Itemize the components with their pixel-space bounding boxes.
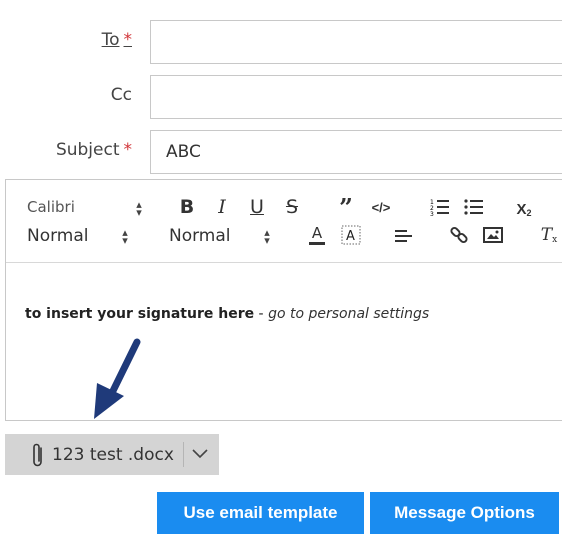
font-size-select[interactable]: Normal [169, 226, 231, 246]
chevron-down-icon[interactable] [191, 448, 209, 460]
message-editor[interactable]: Calibri ▴ ▾ B I U S ” </> 123 X2 Normal ▴… [5, 179, 562, 421]
required-mark: * [123, 140, 133, 160]
attachment-chip[interactable]: 123 test .docx [5, 434, 219, 475]
font-family-select[interactable]: Calibri [27, 198, 75, 216]
signature-hint: to insert your signature here - go to pe… [25, 306, 429, 322]
use-email-template-button[interactable]: Use email template [157, 492, 364, 534]
subject-input[interactable]: ABC [150, 130, 562, 174]
attachment-name[interactable]: 123 test .docx [52, 445, 174, 465]
signature-hint-bold: to insert your signature here [25, 306, 255, 322]
ordered-list-icon[interactable]: 123 [430, 197, 450, 217]
code-icon[interactable]: </> [370, 197, 392, 217]
required-mark: * [123, 30, 133, 50]
paragraph-style-select[interactable]: Normal [27, 226, 89, 246]
cc-input[interactable] [150, 75, 562, 119]
font-size-caret-icon[interactable]: ▴ ▾ [262, 228, 272, 247]
font-size-value[interactable]: Normal [169, 226, 231, 246]
font-family-caret-icon[interactable]: ▴ ▾ [134, 200, 144, 219]
subscript-icon[interactable]: X2 [512, 199, 536, 219]
image-icon[interactable] [483, 225, 503, 245]
italic-icon[interactable]: I [213, 196, 231, 218]
cc-label: Cc [110, 85, 132, 105]
font-family-value[interactable]: Calibri [27, 198, 75, 216]
message-options-button[interactable]: Message Options [370, 492, 559, 534]
highlight-icon[interactable]: A [341, 225, 361, 245]
attachment-divider [183, 442, 184, 467]
link-icon[interactable] [449, 225, 469, 245]
signature-hint-sep: - [254, 306, 269, 322]
bold-icon[interactable]: B [178, 196, 196, 218]
to-label-text[interactable]: To [102, 30, 120, 50]
svg-text:3: 3 [430, 211, 434, 216]
paragraph-style-value[interactable]: Normal [27, 226, 89, 246]
to-label[interactable]: To * [102, 30, 132, 50]
signature-hint-italic[interactable]: go to personal settings [268, 306, 429, 322]
formatting-toolbar: Calibri ▴ ▾ B I U S ” </> 123 X2 Normal ▴… [6, 180, 562, 263]
font-color-icon[interactable]: A [308, 225, 326, 245]
paragraph-style-caret-icon[interactable]: ▴ ▾ [120, 228, 130, 247]
underline-icon[interactable]: U [248, 196, 266, 218]
strikethrough-icon[interactable]: S [283, 196, 301, 218]
svg-text:A: A [346, 229, 355, 244]
align-left-icon[interactable] [395, 225, 413, 245]
subject-label: Subject * [56, 140, 132, 160]
bullet-list-icon[interactable] [464, 197, 484, 217]
clear-format-icon[interactable]: Tx [539, 225, 559, 245]
paperclip-icon [33, 443, 42, 467]
annotation-arrow-icon [94, 338, 141, 419]
quote-icon[interactable]: ” [336, 193, 356, 222]
to-input[interactable] [150, 20, 562, 64]
subject-label-text: Subject [55, 140, 120, 160]
